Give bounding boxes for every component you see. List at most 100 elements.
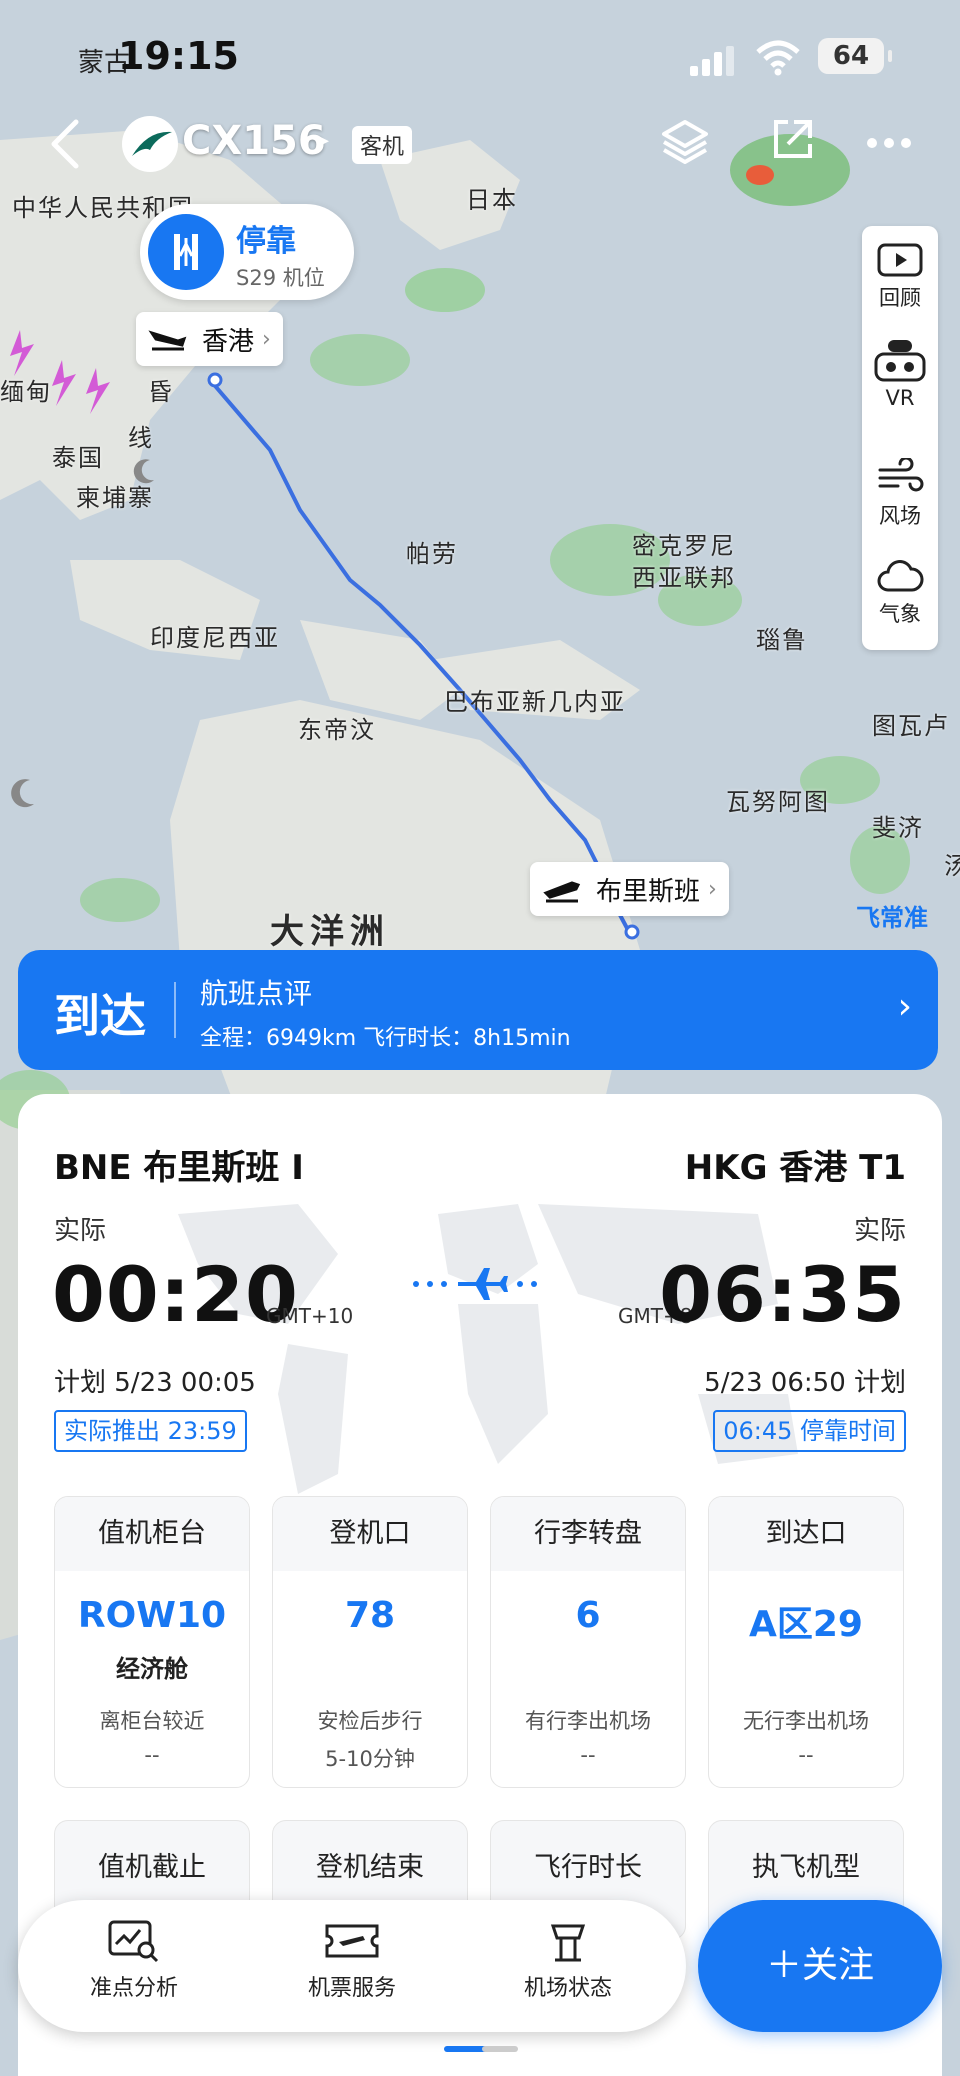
nav-label: 准点分析 (89, 1976, 178, 2001)
info-cell-arrival-exit[interactable]: 到达口 A区29 无行李出机场 -- (708, 1496, 904, 1788)
arrival-time: 06:35 (659, 1250, 906, 1339)
map-label-oceania: 大洋洲 (270, 912, 390, 952)
battery-icon: 64 (818, 38, 892, 74)
status-title: 停靠 (236, 224, 296, 259)
nav-airport-status[interactable]: 机场状态 (488, 1918, 648, 2002)
ticket-plane-icon (325, 1924, 379, 1958)
parking-icon (148, 214, 224, 290)
map-label-indonesia: 印度尼西亚 (150, 624, 280, 652)
share-icon[interactable] (768, 116, 816, 164)
info-cell-note: -- (798, 1743, 814, 1767)
info-cell-head: 值机柜台 (55, 1497, 249, 1571)
map-label-nauru: 瑙鲁 (756, 626, 808, 654)
nav-label: 机票服务 (307, 1976, 396, 2001)
flight-number[interactable]: CX156 (182, 118, 326, 164)
parking-time-pill: 06:45 停靠时间 (713, 1410, 906, 1452)
info-cell-note: 无行李出机场 (743, 1709, 869, 1733)
status-bar: 蒙古 19:15 64 (0, 30, 960, 82)
layers-icon[interactable] (660, 116, 710, 168)
info-cell-note: -- (580, 1743, 596, 1767)
arrival-status: 到达 (54, 989, 146, 1043)
stand-number: S29 机位 (236, 266, 325, 290)
tool-wind-label: 风场 (879, 504, 921, 528)
tool-replay[interactable]: 回顾 (862, 240, 938, 312)
video-replay-icon (877, 243, 923, 277)
map-label-palau: 帕劳 (406, 540, 458, 568)
nav-ontime-analysis[interactable]: 准点分析 (54, 1918, 214, 2002)
plane-direction-icon (413, 1268, 537, 1300)
review-title: 航班点评 (200, 977, 313, 1010)
destination-airport-name: 布里斯班 (596, 876, 701, 907)
map-label-japan: 日本 (466, 186, 518, 214)
info-cell-gate[interactable]: 登机口 78 安检后步行 5-10分钟 (272, 1496, 468, 1788)
arrival-scheduled: 5/23 06:50 计划 (704, 1368, 906, 1398)
tool-weather-label: 气象 (879, 602, 921, 626)
map-label-partial-left: 昏 (148, 378, 174, 406)
clock: 19:15 (118, 34, 239, 78)
nav-label: 机场状态 (523, 1976, 612, 2001)
tool-vr[interactable]: VR (862, 340, 938, 410)
vr-headset-icon (874, 340, 926, 382)
departure-time: 00:20 (52, 1250, 299, 1339)
bottom-nav: 准点分析 机票服务 机场状态 (18, 1900, 686, 2032)
trip-summary: 全程：6949km 飞行时长：8h15min (200, 1026, 571, 1051)
nav-ticket-service[interactable]: 机票服务 (272, 1918, 432, 2002)
world-map-decoration (178, 1204, 798, 1494)
destination-airport-tag[interactable]: 布里斯班 › (530, 862, 729, 916)
info-cell-value: 6 (575, 1595, 601, 1636)
departure-plane-icon (543, 881, 581, 903)
wifi-icon (756, 40, 800, 76)
pushback-pill: 实际推出 23:59 (54, 1410, 247, 1452)
map-label-micronesia-2: 西亚联邦 (632, 564, 736, 592)
info-cell-value: ROW10 (77, 1595, 227, 1636)
aircraft-type-badge: 客机 (352, 126, 413, 164)
flight-caret-icon[interactable]: ▸ (318, 128, 329, 153)
follow-button[interactable]: ＋关注 (698, 1900, 942, 2032)
origin-airport-tag[interactable]: 香港 › (136, 312, 283, 366)
departure-scheduled: 计划 5/23 00:05 (54, 1368, 256, 1398)
departure-airport: BNE 布里斯班 I (54, 1148, 304, 1188)
info-cell-note: -- (144, 1743, 160, 1767)
flight-review-banner[interactable]: 到达 航班点评 全程：6949km 飞行时长：8h15min › (18, 950, 938, 1070)
airline-logo (122, 116, 178, 172)
watermark: 飞常准 (856, 904, 928, 932)
chevron-right-icon: › (897, 986, 912, 1027)
cloud-icon (877, 560, 924, 592)
info-cell-head: 行李转盘 (491, 1497, 685, 1571)
tool-weather[interactable]: 气象 (862, 556, 938, 628)
map-label-micronesia-1: 密克罗尼 (632, 532, 736, 560)
flight-status-bubble[interactable]: 停靠 S29 机位 (140, 204, 354, 300)
tool-wind[interactable]: 风场 (862, 458, 938, 530)
info-cell-note: 安检后步行 (317, 1709, 423, 1733)
divider (174, 982, 176, 1038)
wind-icon (878, 458, 924, 492)
info-cell-baggage[interactable]: 行李转盘 6 有行李出机场 -- (490, 1496, 686, 1788)
map-tools-panel: 回顾 VR 风场 气象 (862, 226, 938, 650)
info-cell-checkin[interactable]: 值机柜台 ROW10 经济舱 离柜台较近 -- (54, 1496, 250, 1788)
info-cell-note: 5-10分钟 (325, 1747, 415, 1771)
info-cell-note: 离柜台较近 (99, 1709, 205, 1733)
back-arrow-icon[interactable] (48, 118, 82, 170)
info-cell-note: 有行李出机场 (525, 1709, 651, 1733)
map-label-fiji: 斐济 (872, 814, 924, 842)
top-bar: CX156 ▸ 客机 (0, 110, 960, 180)
map-label-cambodia: 柬埔寨 (76, 484, 154, 512)
more-icon[interactable] (866, 136, 912, 150)
map-label-thailand: 泰国 (52, 444, 104, 472)
info-cell-head: 登机口 (273, 1497, 467, 1571)
arrival-airport: HKG 香港 T1 (684, 1148, 906, 1188)
map-label-vanuatu: 瓦努阿图 (726, 788, 830, 816)
map-label-partial-right: 汤 (944, 852, 960, 880)
origin-airport-name: 香港 (202, 326, 255, 357)
map-label-tuvalu: 图瓦卢 (872, 712, 950, 740)
chart-search-icon (108, 1920, 159, 1963)
chevron-right-icon: › (262, 326, 271, 352)
map-label-myanmar: 缅甸 (0, 378, 52, 406)
arrival-actual-label: 实际 (853, 1216, 906, 1246)
info-cell-value: 78 (344, 1595, 396, 1636)
departure-actual-label: 实际 (54, 1216, 107, 1246)
info-cell-class: 经济舱 (116, 1655, 188, 1683)
signal-icon (690, 42, 736, 76)
tool-vr-label: VR (885, 386, 915, 410)
map-label-partial-vn: 线 (128, 424, 154, 452)
